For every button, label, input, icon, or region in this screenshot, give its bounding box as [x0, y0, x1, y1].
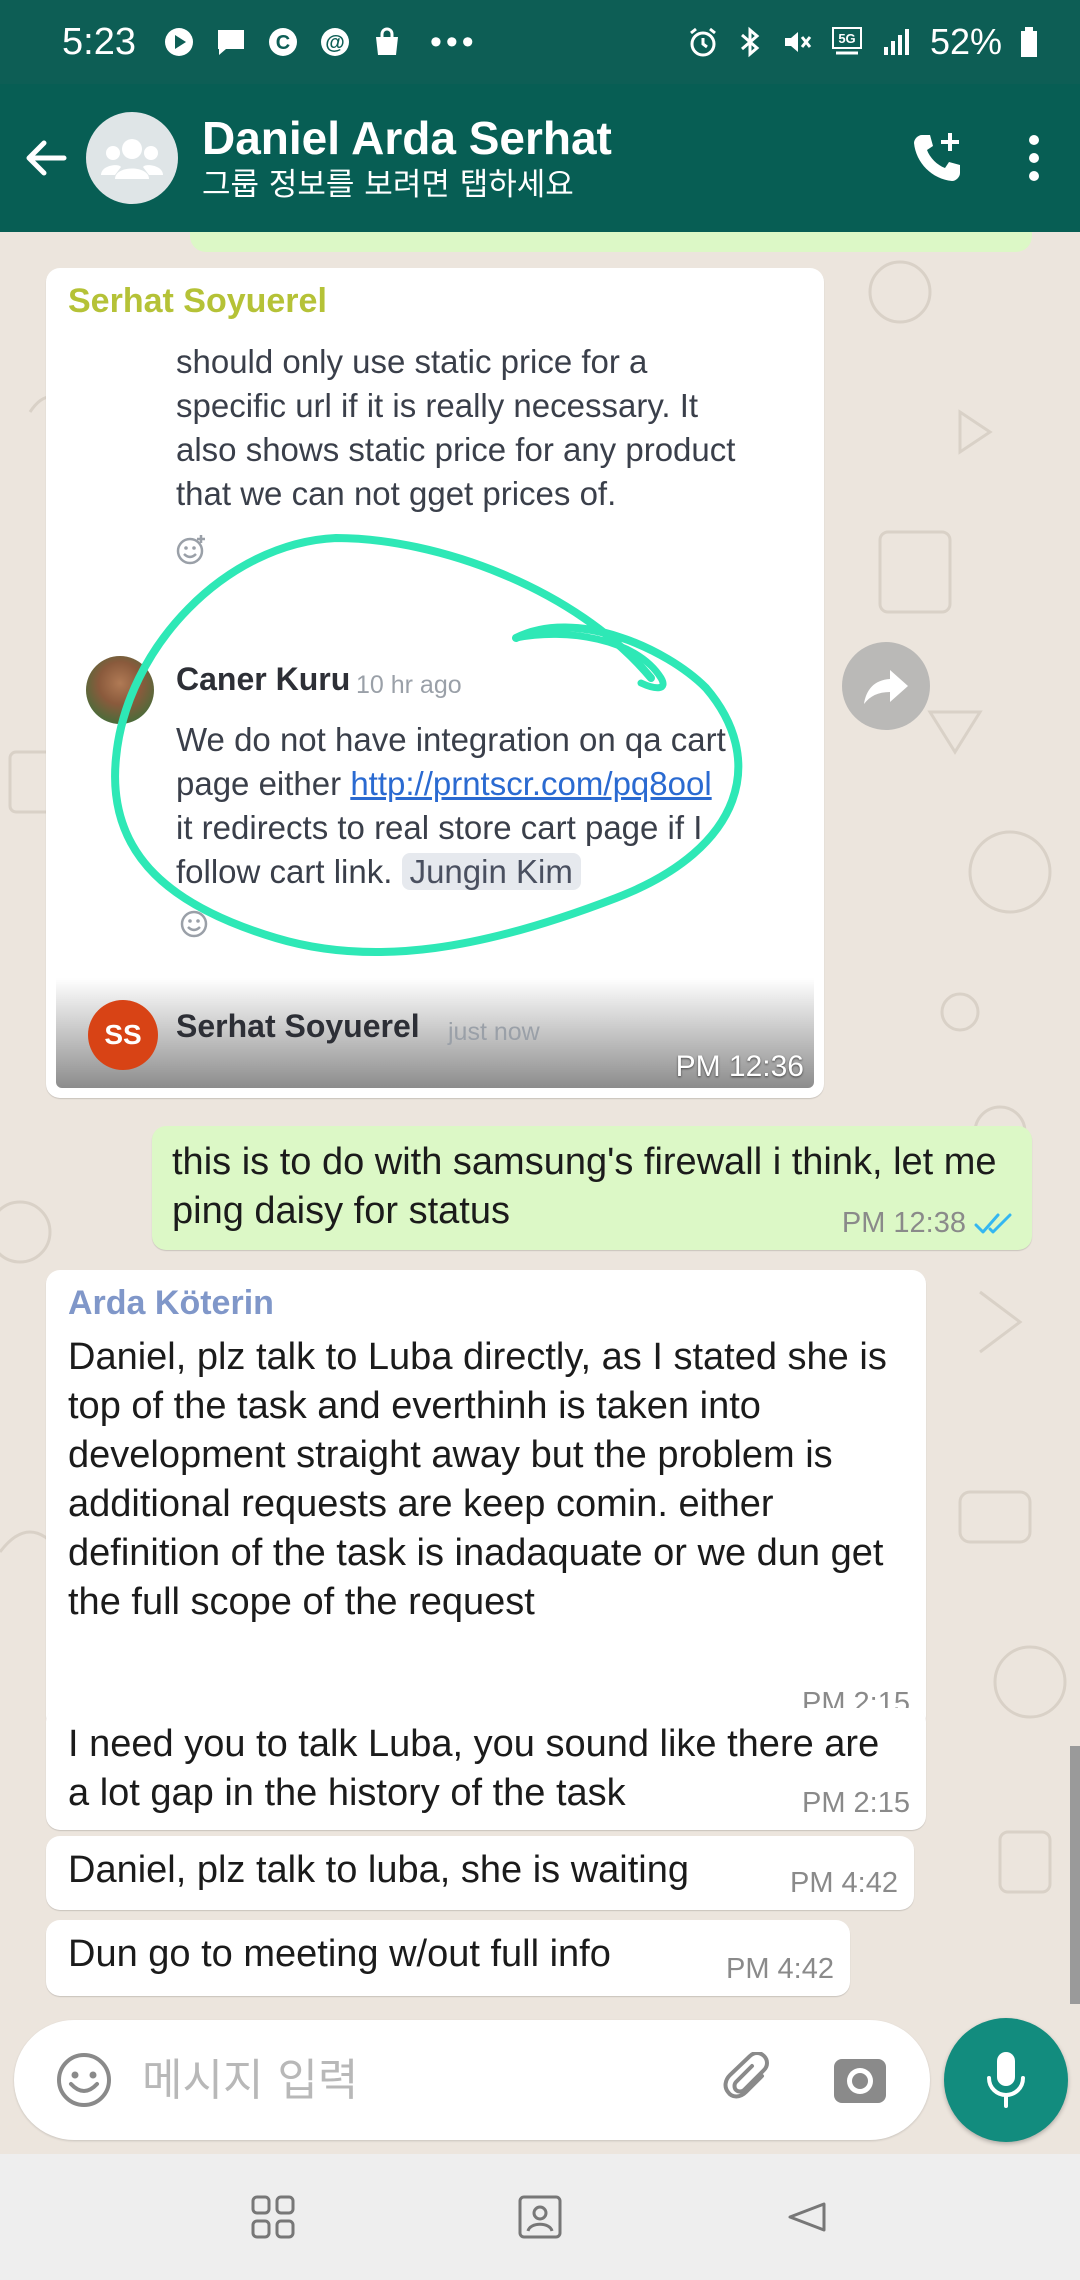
battery-icon [1021, 27, 1037, 57]
chat-title: Daniel Arda Serhat [202, 112, 612, 164]
phone-add-icon [914, 133, 960, 181]
message-time: PM 4:42 [726, 1953, 834, 1985]
arrow-left-icon [26, 140, 67, 176]
message-time: PM 2:15 [802, 1787, 910, 1819]
emoji-button[interactable] [34, 2030, 134, 2130]
group-icon [101, 139, 163, 179]
previous-message-bubble [190, 232, 1032, 252]
svg-text:C: C [276, 32, 290, 54]
svg-text:@: @ [325, 32, 345, 54]
back-button[interactable] [6, 108, 86, 208]
camera-button[interactable] [810, 2030, 910, 2130]
incoming-message[interactable]: Daniel, plz talk to luba, she is waiting… [46, 1836, 914, 1910]
recent-apps-icon [251, 2195, 295, 2239]
paperclip-icon [723, 2052, 769, 2099]
next-author-name: Serhat Soyuerel [176, 1008, 420, 1044]
signal-icon [883, 29, 909, 55]
kebab-menu-icon [1029, 135, 1039, 181]
shopping-bag-icon [370, 25, 404, 59]
header-actions [892, 108, 1080, 208]
image-message[interactable]: Serhat Soyuerel should only use static p… [46, 268, 824, 1098]
status-bar: 5:23 C @ ••• 5G 52% [0, 0, 1080, 84]
play-notification-icon [162, 25, 196, 59]
message-time: PM 12:36 [675, 1050, 804, 1083]
incoming-message[interactable]: I need you to talk Luba, you sound like … [46, 1708, 926, 1830]
message-text: I need you to talk Luba, you sound like … [68, 1723, 880, 1814]
battery-percent: 52% [929, 21, 1002, 62]
message-input[interactable] [134, 2040, 700, 2120]
back-nav-icon [788, 2202, 826, 2232]
forward-button[interactable] [842, 642, 930, 730]
message-sender: Serhat Soyuerel [68, 282, 327, 320]
message-notification-icon [214, 25, 248, 59]
forward-icon [864, 670, 908, 704]
alarm-icon [690, 27, 716, 57]
chat-subtitle: 그룹 정보를 보려면 탭하세요 [202, 167, 574, 203]
network-5g-icon: 5G [831, 27, 862, 55]
double-check-read-icon [974, 1213, 1012, 1233]
message-time: PM 12:38 [841, 1207, 966, 1239]
header-title-area[interactable]: Daniel Arda Serhat 그룹 정보를 보려면 탭하세요 [202, 111, 892, 205]
add-call-button[interactable] [892, 108, 982, 208]
message-text: Daniel, plz talk to Luba directly, as I … [68, 1336, 887, 1623]
incoming-message[interactable]: Dun go to meeting w/out full info PM 4:4… [46, 1920, 850, 1996]
home-button[interactable] [490, 2167, 590, 2267]
status-right: 5G 52% [686, 21, 1040, 63]
bluetooth-icon [740, 26, 760, 58]
chat-area[interactable]: Serhat Soyuerel should only use static p… [0, 232, 1080, 2020]
message-meta: PM 12:38 [842, 1207, 1016, 1240]
chat-header: Daniel Arda Serhat 그룹 정보를 보려면 탭하세요 [0, 84, 1080, 232]
camera-icon [834, 2059, 886, 2103]
c-app-notification-icon: C [266, 25, 300, 59]
mute-icon [784, 32, 812, 52]
voice-record-button[interactable] [944, 2018, 1068, 2142]
group-avatar[interactable] [86, 112, 178, 204]
message-time: PM 4:42 [790, 1867, 898, 1899]
back-nav-button[interactable] [757, 2167, 857, 2267]
incoming-message[interactable]: Arda Köterin Daniel, plz talk to Luba di… [46, 1270, 926, 1730]
svg-text:5G: 5G [838, 31, 855, 46]
attach-button[interactable] [700, 2030, 800, 2130]
at-notification-icon: @ [318, 25, 352, 59]
outgoing-message[interactable]: this is to do with samsung's firewall i … [152, 1126, 1032, 1250]
image-attachment[interactable]: should only use static price for a speci… [56, 338, 814, 1088]
message-composer [14, 2020, 930, 2140]
message-sender: Arda Köterin [68, 1284, 274, 1322]
scrollbar-thumb[interactable] [1070, 1746, 1080, 2004]
status-time: 5:23 [62, 20, 136, 63]
more-notifications-icon: ••• [429, 22, 478, 61]
recent-apps-button[interactable] [223, 2167, 323, 2267]
home-icon [518, 2195, 562, 2239]
next-author-avatar: SS [88, 1000, 158, 1070]
more-options-button[interactable] [1004, 108, 1064, 208]
smiley-icon [57, 2053, 111, 2107]
highlight-circle-annotation [111, 534, 743, 957]
system-nav-bar [0, 2154, 1080, 2280]
message-text: Dun go to meeting w/out full info [68, 1933, 611, 1975]
message-text: Daniel, plz talk to luba, she is waiting [68, 1849, 689, 1891]
microphone-icon [987, 2052, 1025, 2108]
next-author-time-ago: just now [448, 1018, 540, 1046]
